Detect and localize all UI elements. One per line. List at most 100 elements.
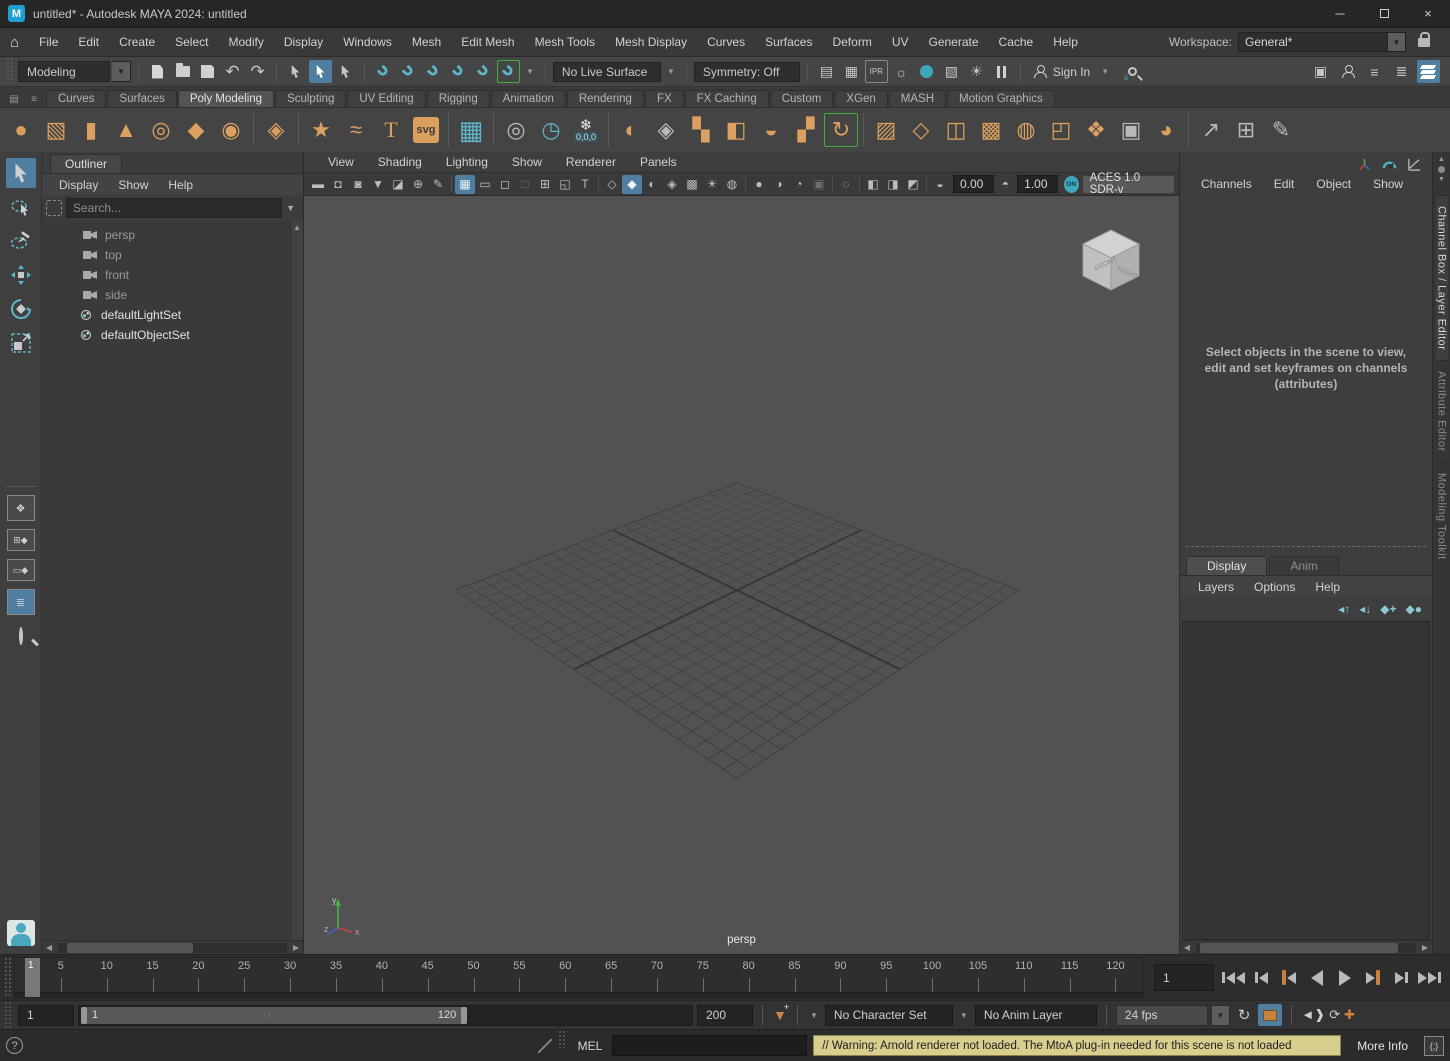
multi-cut-icon[interactable]: ▦ xyxy=(454,113,488,147)
search-icon[interactable] xyxy=(1121,60,1144,83)
poly-sphere-icon[interactable]: ● xyxy=(4,113,38,147)
new-scene-icon[interactable] xyxy=(146,60,169,83)
current-frame-field[interactable]: 1 xyxy=(1154,964,1214,991)
mirror-icon[interactable]: ◧ xyxy=(719,113,753,147)
bevel-icon[interactable]: ◇ xyxy=(904,113,938,147)
fps-dropdown-arrow[interactable]: ▼ xyxy=(1212,1005,1230,1026)
live-surface-arrow[interactable]: ▼ xyxy=(663,67,679,76)
motion-blur-icon[interactable]: ◔ xyxy=(789,175,809,194)
shelf-tab-fx[interactable]: FX xyxy=(645,90,684,107)
light-editor-icon[interactable]: ☀ xyxy=(965,60,988,83)
render-settings-icon[interactable]: ☼ xyxy=(890,60,913,83)
exposure-field[interactable]: 0.00 xyxy=(953,175,994,193)
poly-text-icon[interactable]: T xyxy=(374,113,408,147)
view-cube[interactable]: FRONT RIGHT xyxy=(1071,218,1151,298)
grid-icon[interactable]: ▦ xyxy=(455,175,475,194)
audio-icon[interactable]: ◄❱ xyxy=(1301,1007,1325,1023)
svg-tool-icon[interactable]: svg xyxy=(409,113,443,147)
toolbar-grip[interactable] xyxy=(6,57,13,86)
layer-menu-options[interactable]: Options xyxy=(1244,580,1305,594)
default-material-icon[interactable]: ◈ xyxy=(662,175,682,194)
textured-icon[interactable]: ◐ xyxy=(642,175,662,194)
auto-keyframe-clip-icon[interactable] xyxy=(1258,1004,1282,1026)
menu-mesh-tools[interactable]: Mesh Tools xyxy=(525,35,605,49)
undo-icon[interactable]: ↶ xyxy=(221,60,244,83)
viewport-menu-renderer[interactable]: Renderer xyxy=(554,155,628,169)
menu-uv[interactable]: UV xyxy=(882,35,919,49)
symmetry-field[interactable]: Symmetry: Off xyxy=(694,62,800,82)
select-camera-icon[interactable]: ▬ xyxy=(308,175,328,194)
shelf-tab-animation[interactable]: Animation xyxy=(491,90,566,107)
shelf-tab-custom[interactable]: Custom xyxy=(770,90,834,107)
scroll-left-icon[interactable]: ◀ xyxy=(1180,943,1194,952)
menu-help[interactable]: Help xyxy=(1043,35,1088,49)
snapshot-all-icon[interactable]: ◨ xyxy=(883,175,903,194)
help-icon[interactable]: ? xyxy=(6,1037,23,1054)
playback-range-bar[interactable]: 1 ⁝⁝ 120 xyxy=(81,1007,467,1024)
sweep-mesh-icon[interactable]: ★ xyxy=(304,113,338,147)
lock-camera-icon[interactable]: ◘ xyxy=(328,175,348,194)
poly-cylinder-icon[interactable]: ▮ xyxy=(74,113,108,147)
sync-playback-icon[interactable]: ⟳ xyxy=(1329,1007,1340,1023)
grease-pencil-icon[interactable]: ✎ xyxy=(428,175,448,194)
layer-menu-layers[interactable]: Layers xyxy=(1188,580,1244,594)
snap-to-projected-center-icon[interactable] xyxy=(447,60,470,83)
outliner-item-top[interactable]: top xyxy=(42,245,303,265)
anti-alias-icon[interactable]: ▣ xyxy=(809,175,829,194)
menu-mesh-display[interactable]: Mesh Display xyxy=(605,35,697,49)
viewport-canvas[interactable]: FRONT RIGHT y x z persp xyxy=(304,196,1179,954)
poly-cone-icon[interactable]: ▲ xyxy=(109,113,143,147)
poly-plane-icon[interactable]: ◆ xyxy=(179,113,213,147)
workspace-dropdown-arrow[interactable]: ▼ xyxy=(1388,32,1406,52)
move-layer-up-icon[interactable]: ◂↑ xyxy=(1338,602,1350,616)
timeline-grip[interactable] xyxy=(4,957,11,998)
channel-menu-edit[interactable]: Edit xyxy=(1263,177,1306,191)
outliner-search-dropdown-arrow[interactable]: ▼ xyxy=(286,203,299,213)
shelf-tab-rigging[interactable]: Rigging xyxy=(427,90,490,107)
viewport-menu-show[interactable]: Show xyxy=(500,155,554,169)
outliner-item-persp[interactable]: persp xyxy=(42,225,303,245)
character-controls-icon[interactable] xyxy=(1336,60,1359,83)
range-end-handle[interactable] xyxy=(461,1007,467,1024)
viewport-menu-view[interactable]: View xyxy=(316,155,366,169)
field-chart-icon[interactable]: ⊞ xyxy=(535,175,555,194)
paint-select-tool[interactable] xyxy=(6,226,36,256)
pause-viewport-icon[interactable] xyxy=(990,60,1013,83)
fill-hole-icon[interactable]: ▩ xyxy=(974,113,1008,147)
layer-tab-anim[interactable]: Anim xyxy=(1269,556,1338,575)
manipulator-icon[interactable] xyxy=(1357,157,1372,172)
shelf-tab-curves[interactable]: Curves xyxy=(46,90,106,107)
poly-torus-icon[interactable]: ◎ xyxy=(144,113,178,147)
timeline-playhead[interactable]: 1 xyxy=(25,958,40,997)
select-component-icon[interactable] xyxy=(334,60,357,83)
side-tab-attribute-editor[interactable]: Attribute Editor xyxy=(1436,360,1448,462)
move-layer-down-icon[interactable]: ◂↓ xyxy=(1359,602,1371,616)
next-keyframe-button[interactable] xyxy=(1360,963,1386,993)
maximize-button[interactable] xyxy=(1362,0,1406,27)
shelf-tab-xgen[interactable]: XGen xyxy=(834,90,887,107)
outliner-item-defaultObjectSet[interactable]: defaultObjectSet xyxy=(42,325,303,345)
menu-surfaces[interactable]: Surfaces xyxy=(755,35,822,49)
strip-down-icon[interactable]: ▼ xyxy=(1438,176,1445,183)
subdivide-icon[interactable]: ▞ xyxy=(789,113,823,147)
delete-history-icon[interactable]: ◷ xyxy=(534,113,568,147)
safe-title-icon[interactable]: T xyxy=(575,175,595,194)
region-render-icon[interactable]: ◩ xyxy=(903,175,923,194)
shelf-tab-motion-graphics[interactable]: Motion Graphics xyxy=(947,90,1055,107)
outliner-menu-help[interactable]: Help xyxy=(159,178,202,192)
layer-tab-display[interactable]: Display xyxy=(1186,556,1267,575)
render-current-frame-icon[interactable]: ▦ xyxy=(840,60,863,83)
shelf-tab-surfaces[interactable]: Surfaces xyxy=(107,90,176,107)
menu-cache[interactable]: Cache xyxy=(989,35,1044,49)
scroll-right-icon[interactable]: ▶ xyxy=(1418,943,1432,952)
shelf-tab-sculpting[interactable]: Sculpting xyxy=(275,90,346,107)
gate-mask-icon[interactable]: □ xyxy=(515,175,535,194)
layout-two-pane-button[interactable]: ▭◆ xyxy=(7,559,35,581)
channel-menu-object[interactable]: Object xyxy=(1305,177,1362,191)
poly-cube-icon[interactable]: ▧ xyxy=(39,113,73,147)
new-layer-icon[interactable]: ◆+ xyxy=(1380,602,1396,616)
character-set-arrow[interactable]: ▼ xyxy=(807,1011,821,1020)
menu-file[interactable]: File xyxy=(29,35,68,49)
outliner-item-defaultLightSet[interactable]: defaultLightSet xyxy=(42,305,303,325)
channel-list-icon[interactable]: ≣ xyxy=(1390,60,1413,83)
